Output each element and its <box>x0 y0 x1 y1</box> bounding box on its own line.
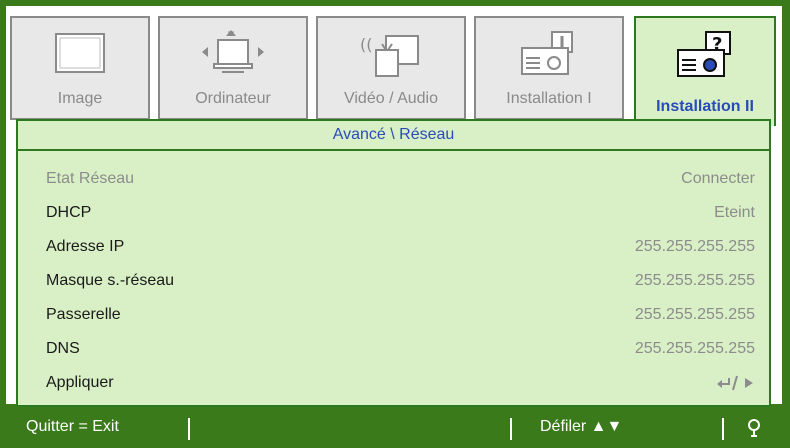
bulb-icon <box>746 418 762 445</box>
setting-value[interactable]: 255.255.255.255 <box>635 332 755 366</box>
tab-installation-2[interactable]: ? Installation II <box>634 16 776 126</box>
setting-value[interactable]: 255.255.255.255 <box>635 264 755 298</box>
setting-row-masque[interactable]: Masque s.-réseau 255.255.255.255 <box>18 264 769 298</box>
setting-value: Connecter <box>681 170 755 187</box>
tab-label: Ordinateur <box>195 90 271 107</box>
tab-label: Installation I <box>506 90 592 107</box>
setting-value[interactable]: Eteint <box>714 196 755 230</box>
svg-text:((: (( <box>360 35 372 54</box>
status-bar: Quitter = Exit Défiler ▲▼ <box>0 408 790 448</box>
computer-icon <box>198 30 268 85</box>
quit-hint: Quitter = Exit <box>26 418 119 435</box>
settings-panel: Avancé \ Réseau Etat Réseau Connecter DH… <box>16 119 771 407</box>
setting-value[interactable]: 255.255.255.255 <box>635 298 755 332</box>
tab-label: Image <box>57 90 103 107</box>
setting-row-dhcp[interactable]: DHCP Eteint <box>18 196 769 230</box>
setting-label: Adresse IP <box>46 238 125 255</box>
tab-installation-1[interactable]: Installation I <box>474 16 624 120</box>
tab-label: Vidéo / Audio <box>343 90 438 107</box>
enter-arrow-icon[interactable] <box>715 366 755 400</box>
osd-frame: Image Ordinateur ((Vidéo / Audio Instal… <box>0 0 790 448</box>
projector-help-icon: ? <box>670 30 740 85</box>
setting-label: Etat Réseau <box>46 170 135 187</box>
video-audio-icon: (( <box>356 30 426 85</box>
tab-ordinateur[interactable]: Ordinateur <box>158 16 308 120</box>
projector-icon <box>514 30 584 85</box>
setting-value[interactable]: 255.255.255.255 <box>635 230 755 264</box>
tab-label: Installation II <box>656 98 754 115</box>
setting-label: Appliquer <box>46 374 114 391</box>
tab-image[interactable]: Image <box>10 16 150 120</box>
setting-label: Passerelle <box>46 306 121 323</box>
setting-row-adresse-ip[interactable]: Adresse IP 255.255.255.255 <box>18 230 769 264</box>
separator <box>188 418 190 440</box>
setting-row-etat-reseau: Etat Réseau Connecter <box>18 162 769 196</box>
osd-window: Image Ordinateur ((Vidéo / Audio Instal… <box>6 6 782 407</box>
setting-row-dns[interactable]: DNS 255.255.255.255 <box>18 332 769 366</box>
setting-label: DNS <box>46 340 80 357</box>
separator <box>510 418 512 440</box>
tab-video-audio[interactable]: (( Vidéo / Audio <box>316 16 466 120</box>
breadcrumb: Avancé \ Réseau <box>18 121 769 151</box>
setting-row-appliquer[interactable]: Appliquer <box>18 366 769 400</box>
setting-label: DHCP <box>46 204 92 221</box>
monitor-icon <box>52 30 108 83</box>
scroll-hint: Défiler ▲▼ <box>540 418 623 435</box>
setting-label: Masque s.-réseau <box>46 272 175 289</box>
separator <box>722 418 724 440</box>
setting-row-passerelle[interactable]: Passerelle 255.255.255.255 <box>18 298 769 332</box>
